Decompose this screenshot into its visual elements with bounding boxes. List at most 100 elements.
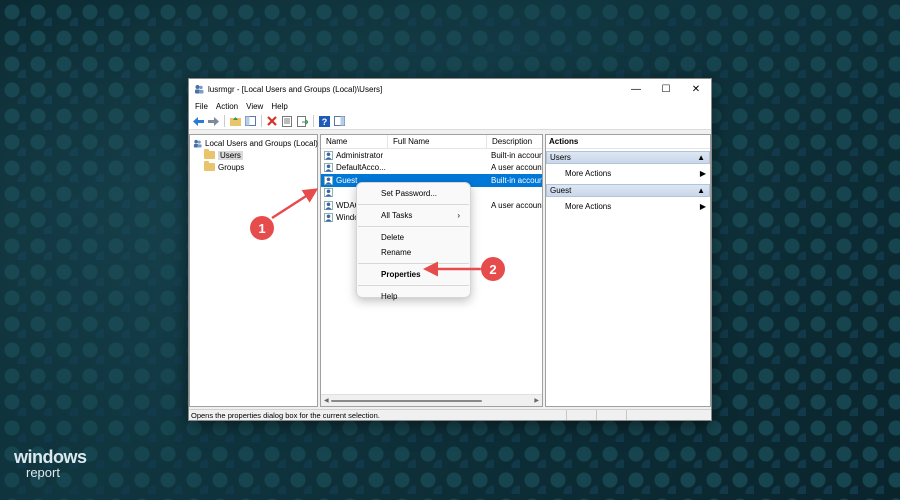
tree-item-groups[interactable]: Groups — [190, 161, 317, 173]
maximize-button[interactable]: ☐ — [651, 79, 681, 99]
close-button[interactable]: ✕ — [681, 79, 711, 99]
menu-set-password-label: Set Password... — [381, 189, 438, 198]
chevron-right-icon: › — [457, 211, 460, 220]
status-cell — [597, 410, 627, 420]
menu-properties[interactable]: Properties — [357, 267, 470, 282]
menu-help[interactable]: Help — [267, 102, 291, 111]
menu-separator — [358, 226, 469, 227]
users-groups-icon — [193, 139, 202, 148]
chevron-right-icon: ▶ — [699, 201, 706, 211]
menu-rename-label: Rename — [381, 248, 412, 257]
up-folder-icon[interactable] — [228, 115, 242, 128]
logo-line-2: report — [26, 465, 60, 480]
more-actions-guest[interactable]: More Actions ▶ — [546, 197, 710, 215]
toolbar: ? — [189, 113, 711, 130]
table-row[interactable]: Administrator Built-in accoun — [321, 149, 542, 162]
tree-root[interactable]: Local Users and Groups (Local) — [190, 137, 318, 149]
user-icon — [324, 188, 333, 198]
menu-help-label: Help — [381, 292, 398, 301]
table-row[interactable]: DefaultAcco... A user account — [321, 162, 542, 175]
collapse-up-icon[interactable]: ▲ — [697, 153, 705, 162]
toolbar-separator — [224, 115, 225, 127]
properties-icon[interactable] — [280, 115, 294, 128]
menu-all-tasks-label: All Tasks — [381, 211, 413, 220]
menu-action[interactable]: Action — [212, 102, 242, 111]
cell-description: A user account — [491, 163, 542, 173]
tree-root-label: Local Users and Groups (Local) — [205, 138, 318, 148]
menu-separator — [358, 204, 469, 205]
menu-view[interactable]: View — [242, 102, 267, 111]
cell-name-text: DefaultAcco... — [336, 163, 386, 173]
column-full-name[interactable]: Full Name — [387, 135, 486, 148]
status-bar: Opens the properties dialog box for the … — [189, 409, 711, 420]
cell-name: DefaultAcco... — [321, 163, 387, 173]
cell-description: Built-in accoun — [491, 175, 542, 185]
cell-description: A user account — [491, 200, 542, 210]
user-icon — [324, 150, 333, 160]
menu-bar: File Action View Help — [189, 99, 711, 113]
actions-section-label: Users — [550, 153, 571, 162]
status-text: Opens the properties dialog box for the … — [189, 410, 567, 420]
menu-separator — [358, 285, 469, 286]
collapse-up-icon[interactable]: ▲ — [697, 186, 705, 195]
menu-rename[interactable]: Rename — [357, 245, 470, 260]
menu-file[interactable]: File — [191, 102, 212, 111]
help-icon[interactable]: ? — [317, 115, 331, 128]
menu-delete[interactable]: Delete — [357, 230, 470, 245]
logo-line-1: windows — [14, 447, 87, 467]
menu-all-tasks[interactable]: All Tasks › — [357, 208, 470, 223]
tree-item-users[interactable]: Users — [190, 149, 317, 161]
show-action-pane-icon[interactable] — [332, 115, 346, 128]
actions-section-label: Guest — [550, 186, 572, 195]
list-header: Name Full Name Description — [321, 135, 542, 149]
cell-name: Administrator — [321, 150, 387, 160]
actions-pane: Actions Users ▲ More Actions ▶ Guest ▲ M… — [545, 134, 711, 407]
delete-icon[interactable] — [265, 115, 279, 128]
menu-properties-label: Properties — [381, 270, 421, 279]
user-icon — [324, 175, 333, 185]
scroll-right-icon[interactable]: ▶ — [534, 397, 539, 404]
console-tree: Local Users and Groups (Local) Users Gro… — [189, 134, 318, 407]
step-badge-2: 2 — [481, 257, 505, 281]
window-title: lusrmgr - [Local Users and Groups (Local… — [208, 84, 383, 94]
cell-name-text: Administrator — [336, 150, 384, 160]
toolbar-separator — [261, 115, 262, 127]
user-icon — [324, 213, 333, 223]
folder-icon — [204, 149, 215, 159]
scroll-left-icon[interactable]: ◀ — [324, 397, 329, 404]
actions-section-guest[interactable]: Guest ▲ — [546, 184, 710, 197]
export-list-icon[interactable] — [295, 115, 309, 128]
context-menu: Set Password... All Tasks › Delete Rename… — [356, 182, 471, 301]
column-description[interactable]: Description — [486, 135, 542, 148]
title-bar: lusrmgr - [Local Users and Groups (Local… — [189, 79, 711, 99]
back-arrow-icon[interactable] — [191, 115, 205, 128]
actions-title: Actions — [546, 135, 710, 149]
menu-set-password[interactable]: Set Password... — [357, 186, 470, 201]
tree-item-users-label: Users — [218, 150, 243, 160]
show-hide-tree-icon[interactable] — [243, 115, 257, 128]
forward-arrow-icon[interactable] — [206, 115, 220, 128]
more-actions-label: More Actions — [565, 168, 612, 178]
menu-help[interactable]: Help — [357, 289, 470, 304]
user-icon — [324, 163, 333, 173]
horizontal-scrollbar[interactable]: ◀ ▶ — [321, 394, 542, 406]
users-app-icon — [195, 85, 204, 94]
actions-section-users[interactable]: Users ▲ — [546, 151, 710, 164]
menu-separator — [358, 263, 469, 264]
more-actions-users[interactable]: More Actions ▶ — [546, 164, 710, 182]
status-cell — [567, 410, 597, 420]
cell-description: Built-in accoun — [491, 150, 542, 160]
scroll-thumb[interactable] — [331, 400, 482, 402]
step-badge-1: 1 — [250, 216, 274, 240]
folder-icon — [204, 161, 215, 171]
chevron-right-icon: ▶ — [699, 168, 706, 178]
user-icon — [324, 200, 333, 210]
column-name[interactable]: Name — [321, 135, 387, 148]
more-actions-label: More Actions — [565, 201, 612, 211]
svg-text:?: ? — [321, 117, 327, 127]
tree-item-groups-label: Groups — [218, 162, 245, 172]
minimize-button[interactable]: — — [621, 79, 651, 99]
menu-delete-label: Delete — [381, 233, 405, 242]
toolbar-separator — [313, 115, 314, 127]
windows-report-logo: windows report — [14, 448, 87, 479]
